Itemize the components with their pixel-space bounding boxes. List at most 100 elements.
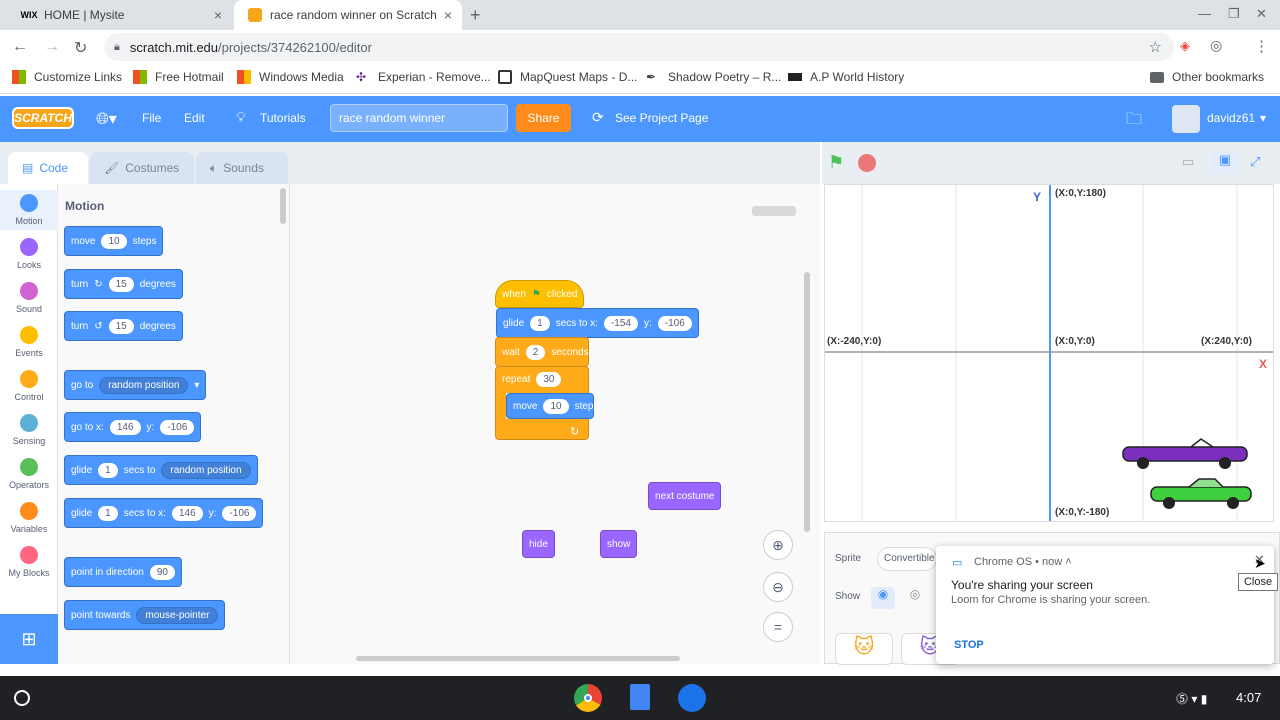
stop-icon[interactable] (858, 154, 876, 172)
tab-home-mysite[interactable]: WIX HOME | Mysite × (8, 0, 232, 30)
coord-bottom: (X:0,Y:-180) (1055, 507, 1110, 518)
my-blocks-dot-icon (20, 546, 38, 564)
add-extension-button[interactable]: ⊞ (0, 614, 58, 664)
bookmark-customize-links[interactable]: Customize Links (12, 70, 122, 84)
extension-icon[interactable]: ◎ (1210, 37, 1222, 54)
show-visible-eye-icon[interactable]: ◉ (871, 587, 895, 609)
block-go-to-xy[interactable]: go to x: 146 y: -106 (64, 412, 202, 442)
chrome-menu-icon[interactable]: ⋮ (1254, 37, 1269, 55)
block-move-steps[interactable]: move 10 steps (506, 393, 598, 419)
block-wait-seconds[interactable]: wait 2 seconds (495, 337, 589, 367)
avatar[interactable] (1172, 105, 1200, 133)
zoom-reset-button[interactable]: = (763, 612, 793, 642)
category-sensing[interactable]: Sensing (0, 414, 58, 446)
close-tab-icon[interactable]: × (214, 7, 222, 23)
block-move-steps[interactable]: move 10 steps (64, 226, 164, 256)
menu-file[interactable]: File (142, 111, 161, 125)
loom-extension-icon[interactable]: ◈ (1180, 38, 1190, 54)
minimize-icon[interactable]: — (1198, 6, 1211, 21)
bookmark-free-hotmail[interactable]: Free Hotmail (133, 70, 224, 84)
category-my-blocks[interactable]: My Blocks (0, 546, 58, 578)
block-point-direction[interactable]: point in direction 90 (64, 557, 182, 587)
block-repeat[interactable]: repeat 30 move 10 steps ↻ (495, 366, 598, 440)
maximize-icon[interactable]: ❐ (1228, 6, 1240, 22)
block-glide-random[interactable]: glide 1 secs to random position (64, 455, 258, 485)
bookmark-mapquest[interactable]: MapQuest Maps - D... (498, 70, 637, 84)
block-glide-xy[interactable]: glide 1 secs to x: -154 y: -106 (496, 308, 699, 338)
url-field[interactable]: 🔒︎ scratch.mit.edu/projects/374262100/ed… (104, 33, 1174, 61)
block-show[interactable]: show (600, 530, 638, 558)
tab-costumes[interactable]: 🖌︎ Costumes (90, 152, 194, 184)
back-icon[interactable]: ← (12, 38, 28, 56)
block-hide[interactable]: hide (522, 530, 555, 558)
share-button[interactable]: Share (516, 104, 571, 132)
category-operators[interactable]: Operators (0, 458, 58, 490)
stop-sharing-button[interactable]: STOP (954, 639, 984, 651)
category-control[interactable]: Control (0, 370, 58, 402)
coord-top: (X:0,Y:180) (1055, 188, 1106, 199)
windows-logo-icon (237, 70, 251, 84)
notification-body: Loom for Chrome is sharing your screen. (951, 594, 1151, 606)
block-palette[interactable]: Motion move 10 steps turn ↻ 15 degrees turn ↺ 1… (58, 184, 290, 664)
zoom-out-button[interactable]: ⊖ (763, 572, 793, 602)
bookmark-star-icon[interactable]: ☆ (1149, 38, 1162, 56)
stage-canvas[interactable]: (X:0,Y:180) (X:0,Y:-180) (X:-240,Y:0) (X… (824, 184, 1274, 522)
new-tab-icon[interactable]: + (470, 5, 481, 26)
my-stuff-folder-icon[interactable]: 🗀 (1126, 108, 1142, 135)
zoom-in-button[interactable]: ⊕ (763, 530, 793, 560)
green-flag-icon[interactable]: ⚑ (828, 152, 844, 173)
docs-app-icon[interactable] (630, 684, 650, 710)
status-icons[interactable]: ⓹ ▾ ▮ (1176, 690, 1207, 707)
project-title-input[interactable] (330, 104, 508, 132)
small-stage-icon[interactable]: ▭ (1182, 154, 1194, 170)
horizontal-scrollbar[interactable] (356, 656, 680, 661)
block-turn-left[interactable]: turn ↺ 15 degrees (64, 311, 183, 341)
username[interactable]: davidz61 (1207, 111, 1255, 125)
script-area[interactable]: when ⚑ clicked glide 1 secs to x: -154 y: -106 … (290, 184, 820, 664)
scratch-logo[interactable]: SCRATCH (12, 107, 74, 129)
show-hidden-eye-icon[interactable]: ◎ (903, 587, 927, 609)
language-globe-icon[interactable]: 🌐︎▾ (96, 109, 117, 129)
category-looks[interactable]: Looks (0, 238, 58, 270)
vertical-scrollbar[interactable] (804, 272, 810, 532)
bookmark-windows-media[interactable]: Windows Media (237, 70, 344, 84)
chevron-down-icon[interactable]: ▾ (1260, 111, 1266, 125)
palette-scrollbar[interactable] (280, 188, 286, 224)
normal-stage-icon[interactable]: ▣ (1212, 152, 1238, 174)
bookmark-other[interactable]: Other bookmarks (1150, 70, 1264, 84)
block-glide-xy[interactable]: glide 1 secs to x: 146 y: -106 (64, 498, 264, 528)
fullscreen-icon[interactable]: ⤢ (1250, 154, 1260, 170)
close-window-icon[interactable]: ✕ (1256, 6, 1267, 22)
brush-icon: 🖌︎ (104, 161, 120, 175)
close-tab-icon[interactable]: × (444, 7, 452, 23)
tab-scratch-project[interactable]: race random winner on Scratch × (234, 0, 462, 30)
forward-icon[interactable]: → (44, 38, 60, 56)
menu-tutorials[interactable]: Tutorials (260, 111, 306, 125)
block-turn-right[interactable]: turn ↻ 15 degrees (64, 269, 183, 299)
rotate-right-icon: ↻ (94, 278, 103, 290)
bookmark-experian[interactable]: ✣ Experian - Remove... (356, 70, 491, 84)
reload-icon[interactable]: ↻ (74, 38, 87, 58)
launcher-icon[interactable] (14, 690, 30, 706)
category-events[interactable]: Events (0, 326, 58, 358)
bookmark-shadow-poetry[interactable]: ✒ Shadow Poetry – R... (646, 70, 781, 84)
category-sound[interactable]: Sound (0, 282, 58, 314)
tab-sounds[interactable]: 🔈︎ Sounds (196, 152, 288, 184)
sprite-name-field[interactable]: Convertible (877, 547, 937, 571)
url-domain: scratch.mit.edu (129, 39, 219, 55)
tab-code[interactable]: ▤ Code (8, 152, 88, 184)
messages-app-icon[interactable] (678, 684, 706, 712)
control-dot-icon (20, 370, 38, 388)
rotate-left-icon: ↺ (94, 320, 103, 332)
block-next-costume[interactable]: next costume (648, 482, 722, 510)
block-point-towards[interactable]: point towards mouse-pointer (64, 600, 226, 630)
clock[interactable]: 4:07 (1236, 690, 1261, 705)
block-go-to[interactable]: go to random position ▾ (64, 370, 207, 400)
see-project-page-button[interactable]: See Project Page (615, 111, 708, 125)
sprite-thumb-cat[interactable]: 🐱︎ (835, 633, 893, 665)
menu-edit[interactable]: Edit (184, 111, 205, 125)
category-motion[interactable]: Motion (0, 190, 58, 230)
bookmark-ap-world-history[interactable]: A.P World History (788, 70, 904, 84)
block-when-flag-clicked[interactable]: when ⚑ clicked (495, 280, 585, 308)
category-variables[interactable]: Variables (0, 502, 58, 534)
